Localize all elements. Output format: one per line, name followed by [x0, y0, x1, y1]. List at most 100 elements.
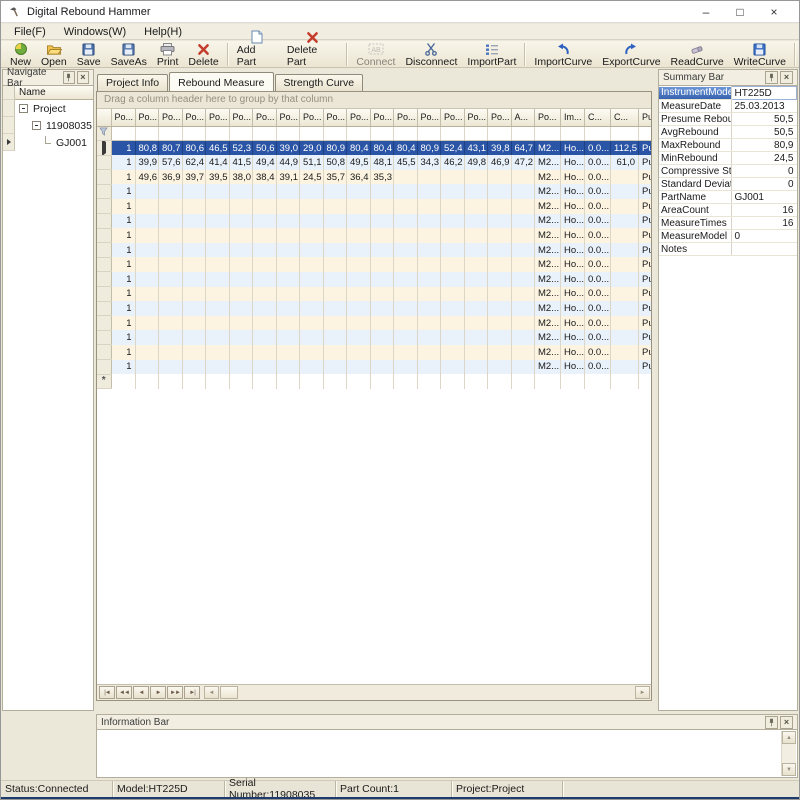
grid-cell[interactable] [464, 199, 488, 214]
column-header[interactable]: Pu... [639, 109, 653, 126]
summary-row-partname[interactable]: PartNameGJ001 [659, 191, 797, 204]
grid-cell[interactable] [347, 360, 371, 375]
grid-cell[interactable] [253, 330, 277, 345]
grid-cell[interactable]: Pu... [639, 184, 653, 199]
grid-cell[interactable] [206, 228, 230, 243]
grid-cell[interactable]: 46,5 [206, 141, 230, 156]
tree-item-gj001[interactable]: GJ001 [3, 134, 93, 151]
filter-cell[interactable] [276, 126, 300, 141]
table-row[interactable]: 1M2...Ho...0.0...Pu... [97, 301, 652, 316]
tree-item-project[interactable]: Project [3, 100, 93, 117]
grid-cell[interactable] [347, 243, 371, 258]
column-header[interactable]: Po... [182, 109, 206, 126]
grid-cell[interactable]: Ho... [561, 257, 585, 272]
grid-cell[interactable] [182, 301, 206, 316]
summary-row-measuredate[interactable]: MeasureDate25.03.2013 [659, 100, 797, 113]
grid-cell[interactable] [511, 301, 535, 316]
grid-cell[interactable] [206, 374, 230, 389]
grid-cell[interactable] [253, 345, 277, 360]
grid-cell[interactable]: 80,6 [182, 141, 206, 156]
pin-icon[interactable] [63, 71, 75, 84]
summary-label[interactable]: AreaCount [659, 204, 731, 217]
grid-cell[interactable]: 50,8 [323, 155, 347, 170]
grid-cell[interactable]: 1 [111, 155, 135, 170]
tree-expander-icon[interactable] [19, 104, 28, 113]
grid-cell[interactable] [464, 374, 488, 389]
nav-next-page-button[interactable]: ►► [167, 686, 183, 699]
grid-cell[interactable] [253, 214, 277, 229]
summary-value[interactable]: 80,9 [731, 139, 797, 152]
summary-row-measuretimes[interactable]: MeasureTimes16 [659, 217, 797, 230]
grid-cell[interactable]: M2... [535, 214, 561, 229]
grid-cell[interactable] [135, 184, 159, 199]
column-header[interactable]: Po... [347, 109, 371, 126]
grid-cell[interactable]: Ho... [561, 199, 585, 214]
grid-cell[interactable] [417, 257, 441, 272]
pin-icon[interactable] [765, 716, 778, 729]
grid-cell[interactable] [394, 360, 418, 375]
grid-cell[interactable] [511, 316, 535, 331]
grid-cell[interactable]: 0.0... [585, 184, 611, 199]
grid-cell[interactable] [347, 257, 371, 272]
grid-cell[interactable] [417, 184, 441, 199]
grid-cell[interactable]: Pu... [639, 243, 653, 258]
grid-cell[interactable]: Ho... [561, 272, 585, 287]
grid-cell[interactable] [441, 228, 465, 243]
summary-value[interactable]: 50,5 [731, 113, 797, 126]
pin-icon[interactable] [765, 71, 778, 84]
grid-cell[interactable] [535, 374, 561, 389]
grid-cell[interactable]: 0.0... [585, 199, 611, 214]
grid-cell[interactable]: Ho... [561, 243, 585, 258]
toolbar-new-button[interactable]: New [5, 41, 36, 68]
toolbar-saveas-button[interactable]: SaveAs [106, 41, 152, 68]
column-header[interactable]: Po... [229, 109, 253, 126]
grid-cell[interactable]: 0.0... [585, 214, 611, 229]
grid-cell[interactable] [206, 243, 230, 258]
grid-cell[interactable]: 0.0... [585, 243, 611, 258]
grid-cell[interactable] [300, 184, 324, 199]
grid-cell[interactable] [276, 199, 300, 214]
grid-cell[interactable]: 35,3 [370, 170, 394, 185]
grid-cell[interactable]: 52,4 [441, 141, 465, 156]
menu-item-help[interactable]: Help(H) [135, 25, 191, 39]
grid-cell[interactable] [253, 228, 277, 243]
summary-value[interactable]: 0 [731, 165, 797, 178]
grid-cell[interactable] [347, 345, 371, 360]
grid-cell[interactable] [135, 243, 159, 258]
column-header[interactable]: Im... [561, 109, 585, 126]
grid-cell[interactable] [417, 287, 441, 302]
summary-value[interactable]: 0 [731, 178, 797, 191]
grid-cell[interactable] [300, 257, 324, 272]
grid-cell[interactable] [159, 228, 183, 243]
filter-cell[interactable] [561, 126, 585, 141]
grid-cell[interactable] [488, 287, 512, 302]
grid-cell[interactable]: 0.0... [585, 287, 611, 302]
grid-cell[interactable] [229, 301, 253, 316]
grid-cell[interactable] [464, 184, 488, 199]
tree-item-11908035[interactable]: 11908035 [3, 117, 93, 134]
grid-cell[interactable] [323, 243, 347, 258]
grid-cell[interactable] [135, 228, 159, 243]
summary-row-notes[interactable]: Notes [659, 243, 797, 256]
grid-cell[interactable]: Pu... [639, 301, 653, 316]
grid-cell[interactable] [135, 316, 159, 331]
grid-cell[interactable] [159, 257, 183, 272]
table-row[interactable]: 1M2...Ho...0.0...Pu... [97, 243, 652, 258]
grid-cell[interactable] [611, 170, 639, 185]
grid-cell[interactable]: 1 [111, 214, 135, 229]
grid-cell[interactable]: 49,6 [135, 170, 159, 185]
grid-cell[interactable]: 38,0 [229, 170, 253, 185]
table-row[interactable]: 1M2...Ho...0.0...Pu... [97, 257, 652, 272]
grid-cell[interactable] [253, 374, 277, 389]
grid-cell[interactable] [206, 287, 230, 302]
grid-cell[interactable]: 39,7 [182, 170, 206, 185]
grid-cell[interactable] [135, 360, 159, 375]
grid-cell[interactable] [488, 243, 512, 258]
grid-cell[interactable] [253, 272, 277, 287]
column-header[interactable]: Po... [464, 109, 488, 126]
grid-cell[interactable]: 50,6 [253, 141, 277, 156]
grid-cell[interactable] [488, 301, 512, 316]
grid-cell[interactable] [135, 330, 159, 345]
column-header[interactable]: Po... [417, 109, 441, 126]
toolbar-readcurve-button[interactable]: ReadCurve [666, 41, 729, 68]
